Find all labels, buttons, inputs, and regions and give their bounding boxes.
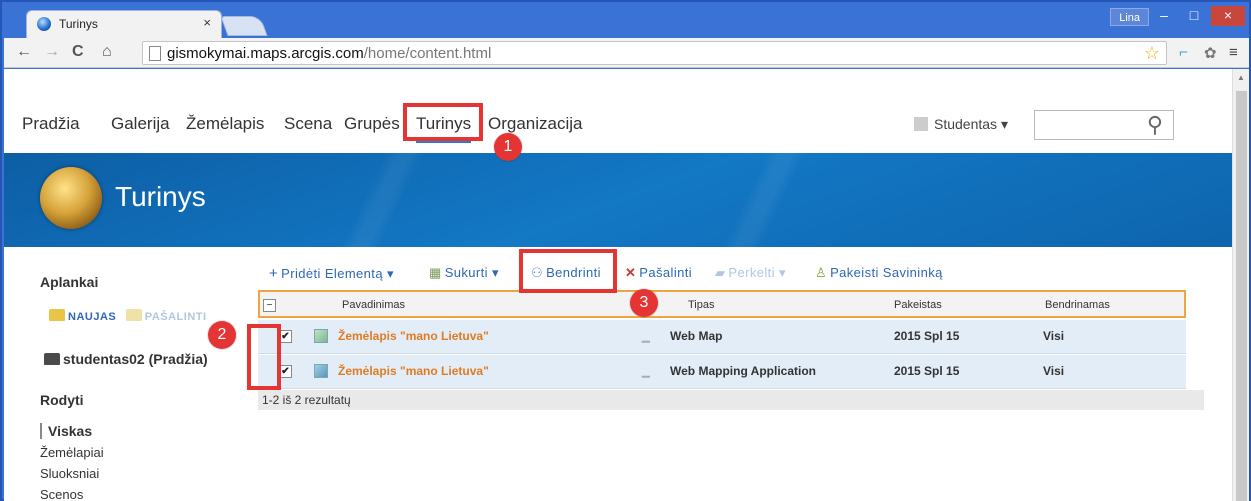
item-shared: Visi bbox=[1043, 329, 1065, 343]
nav-galerija[interactable]: Galerija bbox=[111, 114, 170, 134]
item-modified: 2015 Spl 15 bbox=[894, 329, 960, 343]
reload-icon[interactable]: C bbox=[72, 43, 84, 61]
page-banner: Turinys bbox=[4, 153, 1232, 247]
show-heading: Rodyti bbox=[40, 392, 84, 408]
extension-icon[interactable]: ⌐ bbox=[1179, 44, 1188, 61]
nav-pradzia[interactable]: Pradžia bbox=[22, 114, 80, 134]
vertical-scrollbar[interactable]: ▲ bbox=[1232, 69, 1249, 501]
tab-close-icon[interactable]: × bbox=[203, 15, 211, 30]
search-input[interactable]: ⚲ bbox=[1034, 110, 1174, 140]
delete-folder-button[interactable]: PAŠALINTI bbox=[125, 309, 207, 323]
folder-icon bbox=[125, 309, 142, 321]
search-icon[interactable]: ⚲ bbox=[1147, 112, 1163, 138]
filter-scenos[interactable]: Scenos bbox=[40, 487, 83, 501]
delete-button[interactable]: ✕ Pašalinti bbox=[625, 265, 692, 281]
item-shared: Visi bbox=[1043, 364, 1065, 378]
folder-actions: NAUJAS PAŠALINTI bbox=[49, 309, 207, 323]
nav-zemelapis[interactable]: Žemėlapis bbox=[186, 114, 264, 134]
favicon-globe-icon bbox=[37, 17, 51, 31]
user-change-icon: ♙ bbox=[815, 265, 828, 280]
home-folder[interactable]: studentas02 (Pradžia) bbox=[44, 351, 208, 367]
chevron-down-icon[interactable]: ▁ bbox=[642, 367, 650, 378]
new-folder-button[interactable]: NAUJAS bbox=[49, 309, 116, 323]
filter-viskas[interactable]: Viskas bbox=[40, 423, 92, 439]
filter-zemelapiai[interactable]: Žemėlapiai bbox=[40, 445, 104, 460]
user-menu[interactable]: Studentas ▾ bbox=[914, 116, 1008, 133]
title-bar: Turinys × Lina – □ × bbox=[2, 2, 1249, 38]
browser-window: Turinys × Lina – □ × ← → C ⌂ gismokymai.… bbox=[0, 0, 1251, 501]
column-header-shared[interactable]: Bendrinamas bbox=[1045, 299, 1110, 311]
change-owner-button[interactable]: ♙ Pakeisti Savininką bbox=[815, 265, 943, 281]
close-window-button[interactable]: × bbox=[1211, 6, 1245, 26]
nav-scena[interactable]: Scena bbox=[284, 114, 332, 134]
table-row[interactable]: ✔ Žemėlapis "mano Lietuva" ▁ Web Mapping… bbox=[258, 355, 1186, 389]
folders-heading: Aplankai bbox=[40, 274, 99, 290]
avatar bbox=[914, 117, 928, 131]
globe-logo-icon bbox=[40, 167, 102, 229]
nav-organizacija[interactable]: Organizacija bbox=[488, 114, 583, 134]
address-toolbar: ← → C ⌂ gismokymai.maps.arcgis.com/home/… bbox=[4, 38, 1249, 68]
bookmark-star-icon[interactable]: ☆ bbox=[1144, 43, 1160, 64]
forward-arrow-icon[interactable]: → bbox=[44, 43, 60, 61]
minimize-button[interactable]: – bbox=[1149, 6, 1179, 26]
home-icon[interactable]: ⌂ bbox=[102, 43, 112, 61]
url-text: gismokymai.maps.arcgis.com/home/content.… bbox=[167, 45, 492, 62]
select-all-checkbox[interactable]: − bbox=[263, 299, 276, 312]
highlight-turinys bbox=[403, 103, 483, 141]
table-row[interactable]: ✔ Žemėlapis "mano Lietuva" ▁ Web Map 201… bbox=[258, 320, 1186, 354]
column-header-name[interactable]: Pavadinimas bbox=[342, 299, 405, 311]
page-viewport: Pradžia Galerija Žemėlapis Scena Grupės … bbox=[4, 69, 1232, 501]
item-name-link[interactable]: Žemėlapis "mano Lietuva" bbox=[338, 364, 489, 378]
paw-extension-icon[interactable]: ✿ bbox=[1204, 44, 1217, 62]
web-map-icon bbox=[314, 329, 328, 343]
site-navigation: Pradžia Galerija Žemėlapis Scena Grupės … bbox=[4, 69, 1232, 149]
highlight-checkboxes bbox=[247, 324, 281, 390]
folder-icon bbox=[49, 309, 65, 321]
folder-move-icon: ▰ bbox=[715, 265, 726, 280]
table-header: − Pavadinimas Tipas Pakeistas Bendrinama… bbox=[258, 290, 1186, 318]
item-type: Web Mapping Application bbox=[670, 364, 816, 378]
delete-x-icon: ✕ bbox=[625, 265, 637, 280]
browser-tab[interactable]: Turinys × bbox=[26, 10, 222, 38]
folder-icon bbox=[44, 353, 60, 365]
chevron-down-icon[interactable]: ▁ bbox=[642, 332, 650, 343]
column-header-modified[interactable]: Pakeistas bbox=[894, 299, 942, 311]
step-badge-2: 2 bbox=[208, 321, 236, 349]
item-modified: 2015 Spl 15 bbox=[894, 364, 960, 378]
result-count: 1-2 iš 2 rezultatų bbox=[258, 390, 1204, 410]
page-icon bbox=[149, 46, 161, 61]
filter-sluoksniai[interactable]: Sluoksniai bbox=[40, 466, 99, 481]
nav-grupes[interactable]: Grupės bbox=[344, 114, 400, 134]
column-header-type[interactable]: Tipas bbox=[688, 299, 715, 311]
move-button[interactable]: ▰ Perkelti ▾ bbox=[715, 265, 786, 281]
step-badge-1: 1 bbox=[494, 133, 522, 161]
add-item-button[interactable]: + Pridėti Elementą ▾ bbox=[269, 265, 394, 282]
maximize-button[interactable]: □ bbox=[1179, 6, 1209, 26]
address-bar[interactable]: gismokymai.maps.arcgis.com/home/content.… bbox=[142, 41, 1167, 65]
highlight-share bbox=[519, 249, 617, 293]
step-badge-3: 3 bbox=[630, 289, 658, 317]
new-tab-button[interactable] bbox=[220, 16, 268, 36]
create-icon: ▦ bbox=[429, 265, 442, 280]
scroll-thumb[interactable] bbox=[1236, 91, 1247, 501]
web-app-icon bbox=[314, 364, 328, 378]
create-button[interactable]: ▦ Sukurti ▾ bbox=[429, 265, 499, 281]
plus-icon: + bbox=[269, 265, 279, 282]
tab-title: Turinys bbox=[59, 17, 98, 31]
scroll-up-icon[interactable]: ▲ bbox=[1237, 73, 1245, 82]
item-name-link[interactable]: Žemėlapis "mano Lietuva" bbox=[338, 329, 489, 343]
menu-icon[interactable]: ≡ bbox=[1229, 44, 1238, 61]
back-arrow-icon[interactable]: ← bbox=[16, 43, 32, 61]
profile-badge[interactable]: Lina bbox=[1110, 8, 1149, 26]
item-type: Web Map bbox=[670, 329, 723, 343]
page-title: Turinys bbox=[115, 181, 206, 212]
